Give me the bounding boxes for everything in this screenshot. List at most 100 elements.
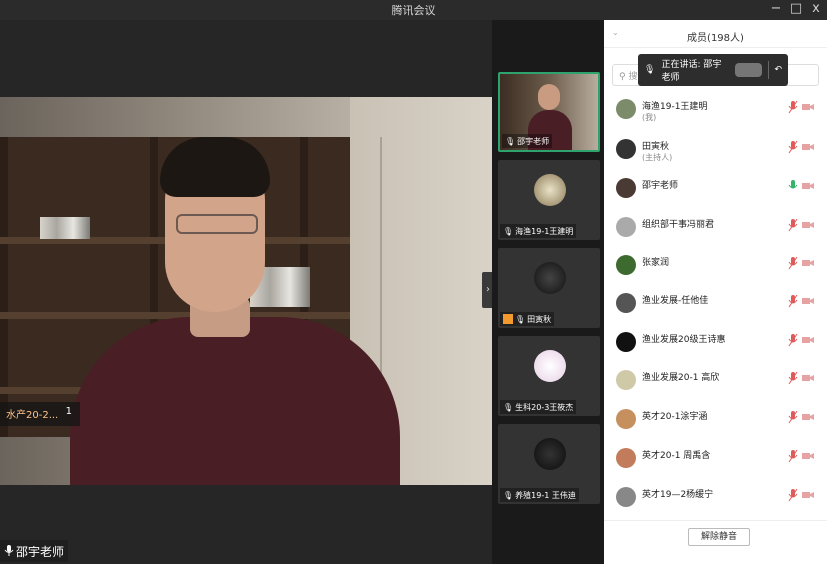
speaker-glasses [176,214,258,234]
members-header: ⌄ 成员(198人) [604,20,827,48]
member-row[interactable]: 渔业发展-任他佳 [604,288,827,326]
mic-muted-icon[interactable] [788,218,798,232]
overlay-label[interactable]: 水产20-2... 1 [0,402,80,426]
blurred-badge [735,63,762,77]
member-name: 英才20-1 周禹含 [642,451,711,461]
reply-arrow-icon[interactable]: ↶ [774,65,782,75]
avatar [616,99,636,119]
video-thumb[interactable]: 🎙 邵宇老师 [498,72,600,152]
mic-muted-icon[interactable] [788,140,798,154]
member-name: 渔业发展20级王诗惠 [642,335,726,345]
video-thumb[interactable]: 🎙 养殖19-1 王伟迪 [498,424,600,504]
microphone-icon [4,545,14,556]
avatar [616,139,636,159]
member-name: 英才19—2杨缓宁 [642,490,714,500]
member-name: 英才20-1涂宇涵 [642,412,708,422]
member-row[interactable]: 渔业发展20-1 高欣 [604,365,827,403]
mic-muted-icon[interactable] [788,449,798,463]
camera-off-icon[interactable] [802,491,814,499]
members-title: 成员(198人) [687,33,744,44]
mic-muted-icon[interactable] [788,333,798,347]
thumb-name-tag: 🎙 邵宇老师 [502,134,553,148]
camera-off-icon[interactable] [802,413,814,421]
speaker-video-frame [0,97,492,485]
member-row[interactable]: 海渔19-1王建明 (我) [604,94,827,132]
speaker-name: 邵宇老师 [16,544,65,559]
avatar [616,332,636,352]
window-title: 腾讯会议 [391,4,436,17]
search-icon: ⚲ [619,72,626,82]
video-thumbnail-strip: 🎙 邵宇老师 🎙 海渔19-1王建明 🎙 田寅秋 🎙 生科20-3王筱杰 🎙 养… [492,20,604,564]
video-thumb[interactable]: 🎙 生科20-3王筱杰 [498,336,600,416]
close-icon[interactable]: x [808,1,824,16]
microphone-icon: 🎙 [505,136,516,146]
main-video[interactable]: 水产20-2... 1 邵宇老师 [0,20,492,564]
avatar [534,262,566,294]
member-row[interactable]: 英才19—2杨缓宁 [604,482,827,520]
meeting-window: 腾讯会议 − □ x 水产20-2... 1 邵宇老师 › 🎙 邵宇老师 🎙 海… [0,0,827,564]
overlay-label-text: 水产20-2... [6,410,59,421]
camera-off-icon[interactable] [802,143,814,151]
thumb-name: 邵宇老师 [517,136,550,146]
thumb-name: 田寅秋 [527,314,552,324]
avatar [534,438,566,470]
member-row[interactable]: 英才20-1 周禹含 [604,443,827,481]
member-name: 海渔19-1王建明 [642,102,708,112]
avatar [616,255,636,275]
divider [767,61,769,79]
member-name: 田寅秋 [642,142,670,152]
avatar [616,448,636,468]
thumb-name: 海渔19-1王建明 [515,226,574,236]
avatar [534,350,566,382]
search-placeholder: 搜 [628,72,638,82]
member-role: (我) [642,113,657,122]
video-thumb[interactable]: 🎙 海渔19-1王建明 [498,160,600,240]
speaker-torso [70,317,400,485]
speaker-name-tag: 邵宇老师 [0,540,69,562]
mic-muted-icon: 🎙 [503,490,514,500]
member-row[interactable]: 渔业发展20级王诗惠 [604,327,827,365]
thumb-name: 生科20-3王筱杰 [515,402,574,412]
member-row[interactable]: 邵宇老师 [604,173,827,211]
member-row[interactable]: 田寅秋 (主持人) [604,134,827,172]
speaking-text: 正在讲话: 邵宇老师 [661,60,722,83]
mic-muted-icon[interactable] [788,256,798,270]
camera-off-icon[interactable] [802,297,814,305]
camera-off-icon[interactable] [802,374,814,382]
host-icon [503,314,513,324]
speaker-hair [160,137,270,197]
mic-muted-icon[interactable] [788,410,798,424]
avatar [616,409,636,429]
unmute-all-button[interactable]: 解除静音 [688,528,750,546]
member-name: 渔业发展20-1 高欣 [642,373,720,383]
mic-muted-icon[interactable] [788,100,798,114]
member-row[interactable]: 组织部干事冯丽君 [604,212,827,250]
camera-off-icon[interactable] [802,259,814,267]
speaking-microphone-icon: 🎙 [644,65,656,75]
mic-muted-icon[interactable] [788,371,798,385]
mic-muted-icon: 🎙 [515,314,526,324]
video-thumb[interactable]: 🎙 田寅秋 [498,248,600,328]
mic-muted-icon[interactable] [788,294,798,308]
camera-off-icon[interactable] [802,452,814,460]
maximize-icon[interactable]: □ [788,1,804,16]
minimize-icon[interactable]: − [768,1,784,16]
member-row[interactable]: 英才20-1涂宇涵 [604,404,827,442]
members-bottom-bar: 解除静音 [604,520,827,564]
camera-off-icon[interactable] [802,336,814,344]
camera-off-icon[interactable] [802,221,814,229]
thumb-face [538,84,560,110]
thumb-name-tag: 🎙 生科20-3王筱杰 [500,400,577,414]
member-name: 渔业发展-任他佳 [642,296,709,306]
camera-off-icon[interactable] [802,103,814,111]
thumb-name-tag: 🎙 田寅秋 [500,312,555,326]
microphone-icon[interactable] [788,179,798,193]
thumb-name-tag: 🎙 海渔19-1王建明 [500,224,577,238]
mic-muted-icon: 🎙 [503,226,514,236]
avatar [616,217,636,237]
member-row[interactable]: 张家润 [604,250,827,288]
mic-muted-icon[interactable] [788,488,798,502]
title-bar: 腾讯会议 − □ x [0,0,827,20]
avatar [534,174,566,206]
camera-off-icon[interactable] [802,182,814,190]
